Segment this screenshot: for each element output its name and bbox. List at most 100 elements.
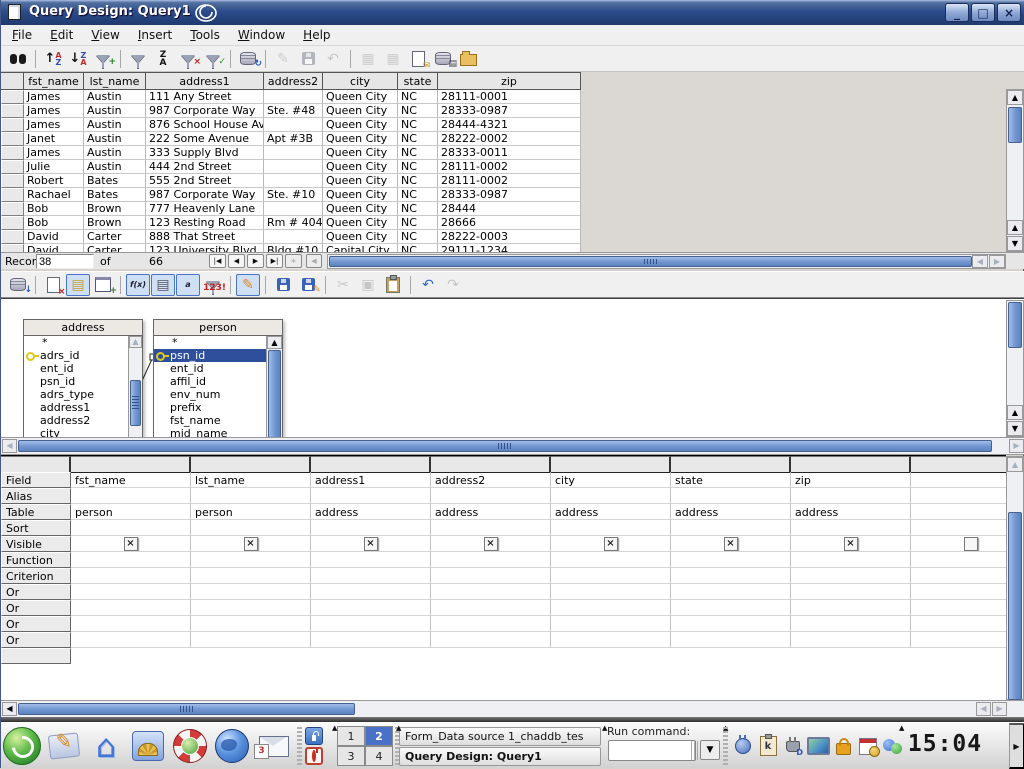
- checkbox-checked[interactable]: ×: [364, 537, 378, 551]
- grid-cell-field[interactable]: address1: [311, 472, 431, 488]
- table-box-person[interactable]: person *psn_ident_idaffil_idenv_numprefi…: [153, 319, 283, 437]
- mail-document-button[interactable]: ✉: [406, 48, 430, 70]
- row-header-stub[interactable]: [1, 216, 24, 230]
- undo-button[interactable]: ↶: [416, 274, 440, 296]
- row-header-stub[interactable]: [1, 174, 24, 188]
- pager-desktop-3[interactable]: 3: [337, 746, 365, 766]
- grid-cell-criterion[interactable]: [791, 568, 911, 584]
- grid-cell-or[interactable]: [431, 632, 551, 648]
- scroll-up-button[interactable]: ▲: [1007, 457, 1023, 472]
- grid-cell-function[interactable]: [431, 552, 551, 568]
- row-header-stub[interactable]: [1, 146, 24, 160]
- next-record-button[interactable]: ▶: [247, 254, 264, 268]
- scroll-left-button[interactable]: ◀: [972, 255, 988, 268]
- grid-cell-visible[interactable]: ×: [671, 536, 791, 552]
- grid-cell-visible[interactable]: ×: [311, 536, 431, 552]
- grid-cell-function[interactable]: [551, 552, 671, 568]
- run-query-button[interactable]: ↓: [6, 274, 30, 296]
- scroll-down-button[interactable]: ▼: [1007, 421, 1023, 436]
- menu-window[interactable]: Window: [229, 26, 294, 44]
- field-item-ent_id[interactable]: ent_id: [24, 362, 129, 375]
- grid-cell-table[interactable]: address: [671, 504, 791, 520]
- grid-cell-table[interactable]: address: [311, 504, 431, 520]
- grid-cell-or[interactable]: [311, 616, 431, 632]
- grid-cell-function[interactable]: [671, 552, 791, 568]
- grid-cell-or[interactable]: [551, 584, 671, 600]
- design-view-button[interactable]: ▤: [66, 274, 90, 296]
- grid-cell-or[interactable]: [311, 584, 431, 600]
- grid-cell-or[interactable]: [71, 600, 191, 616]
- grid-cell-criterion[interactable]: [431, 568, 551, 584]
- clear-query-button[interactable]: ×: [41, 274, 65, 296]
- scroll-right-button[interactable]: ▶: [989, 255, 1005, 268]
- column-header-address1[interactable]: address1: [146, 72, 264, 90]
- table-row[interactable]: JamesAustin876 School House AveQueen Cit…: [1, 118, 582, 132]
- grid-cell-or[interactable]: [431, 584, 551, 600]
- grid-cell-or[interactable]: [311, 600, 431, 616]
- table-row[interactable]: BobBrown123 Resting RoadRm # 404Queen Ci…: [1, 216, 582, 230]
- grid-cell-or[interactable]: [551, 600, 671, 616]
- grid-cell-sort[interactable]: [791, 520, 911, 536]
- scroll-up-button[interactable]: ▲: [1007, 90, 1023, 105]
- grid-cell-field[interactable]: [911, 472, 1006, 488]
- column-header-fst_name[interactable]: fst_name: [24, 72, 84, 90]
- table-row[interactable]: JamesAustin111 Any StreetQueen CityNC281…: [1, 90, 582, 104]
- grid-cell-criterion[interactable]: [671, 568, 791, 584]
- menu-edit[interactable]: Edit: [41, 26, 82, 44]
- scrollbar-thumb[interactable]: [329, 256, 972, 267]
- run-command-dropdown-button[interactable]: ▼: [700, 740, 720, 760]
- checkbox-checked[interactable]: ×: [124, 537, 138, 551]
- close-button[interactable]: ×: [997, 3, 1021, 22]
- tray-kgpg-balls[interactable]: [881, 734, 905, 758]
- field-item-adrs_type[interactable]: adrs_type: [24, 388, 129, 401]
- grid-cell-or[interactable]: [191, 600, 311, 616]
- record-number-input[interactable]: [36, 254, 94, 269]
- row-header-stub[interactable]: [1, 244, 24, 252]
- table-box-scrollbar[interactable]: ▲: [128, 336, 142, 437]
- grid-column-header-7[interactable]: [791, 456, 911, 473]
- grid-cell-function[interactable]: [311, 552, 431, 568]
- grid-cell-alias[interactable]: [791, 488, 911, 504]
- grid-column-header-8[interactable]: [911, 456, 1006, 473]
- table-row[interactable]: BobBrown777 Heavenly LaneQueen CityNC284…: [1, 202, 582, 216]
- results-vertical-scrollbar[interactable]: ▲ ▲ ▼: [1006, 89, 1024, 252]
- apply-filter-button[interactable]: ✓: [201, 48, 225, 70]
- menu-help[interactable]: Help: [294, 26, 339, 44]
- data-to-text-button[interactable]: ▤: [431, 48, 455, 70]
- row-header-stub[interactable]: [1, 202, 24, 216]
- grid-cell-field[interactable]: fst_name: [71, 472, 191, 488]
- new-record-button[interactable]: ∗: [285, 254, 302, 268]
- grid-cell-criterion[interactable]: [71, 568, 191, 584]
- grid-cell-visible[interactable]: ×: [431, 536, 551, 552]
- tray-kpowersave[interactable]: [731, 734, 755, 758]
- undo-data-button[interactable]: ↶: [321, 48, 345, 70]
- grid-cell-field[interactable]: zip: [791, 472, 911, 488]
- grid-cell-alias[interactable]: [671, 488, 791, 504]
- grid-cell-field[interactable]: state: [671, 472, 791, 488]
- menu-tools[interactable]: Tools: [181, 26, 229, 44]
- grid-cell-criterion[interactable]: [311, 568, 431, 584]
- row-header-stub[interactable]: [1, 230, 24, 244]
- scroll-left-button[interactable]: ◀: [2, 439, 17, 453]
- paste-button[interactable]: [381, 274, 405, 296]
- sort-descending-button[interactable]: ↓ZA: [66, 48, 90, 70]
- grid-cell-table[interactable]: address: [431, 504, 551, 520]
- task-button-2[interactable]: Query Design: Query1: [399, 747, 601, 766]
- table-box-title[interactable]: address: [24, 320, 142, 336]
- row-header-stub[interactable]: [1, 90, 24, 104]
- grid-cell-or[interactable]: [911, 632, 1006, 648]
- field-item-star[interactable]: *: [24, 336, 129, 349]
- launcher-suse-menu[interactable]: [3, 727, 41, 765]
- scrollbar-thumb[interactable]: [130, 380, 141, 426]
- grid-cell-or[interactable]: [911, 584, 1006, 600]
- tray-klipper[interactable]: k: [756, 734, 780, 758]
- applet-handle[interactable]: [723, 727, 728, 765]
- grid-cell-field[interactable]: lst_name: [191, 472, 311, 488]
- tray-kwallet[interactable]: [831, 734, 855, 758]
- table-box-scrollbar[interactable]: ▲: [266, 336, 282, 437]
- grid-cell-or[interactable]: [191, 584, 311, 600]
- row-header-stub[interactable]: [1, 188, 24, 202]
- autofilter-button[interactable]: +: [91, 48, 115, 70]
- grid-cell-function[interactable]: [791, 552, 911, 568]
- grid-cell-or[interactable]: [431, 600, 551, 616]
